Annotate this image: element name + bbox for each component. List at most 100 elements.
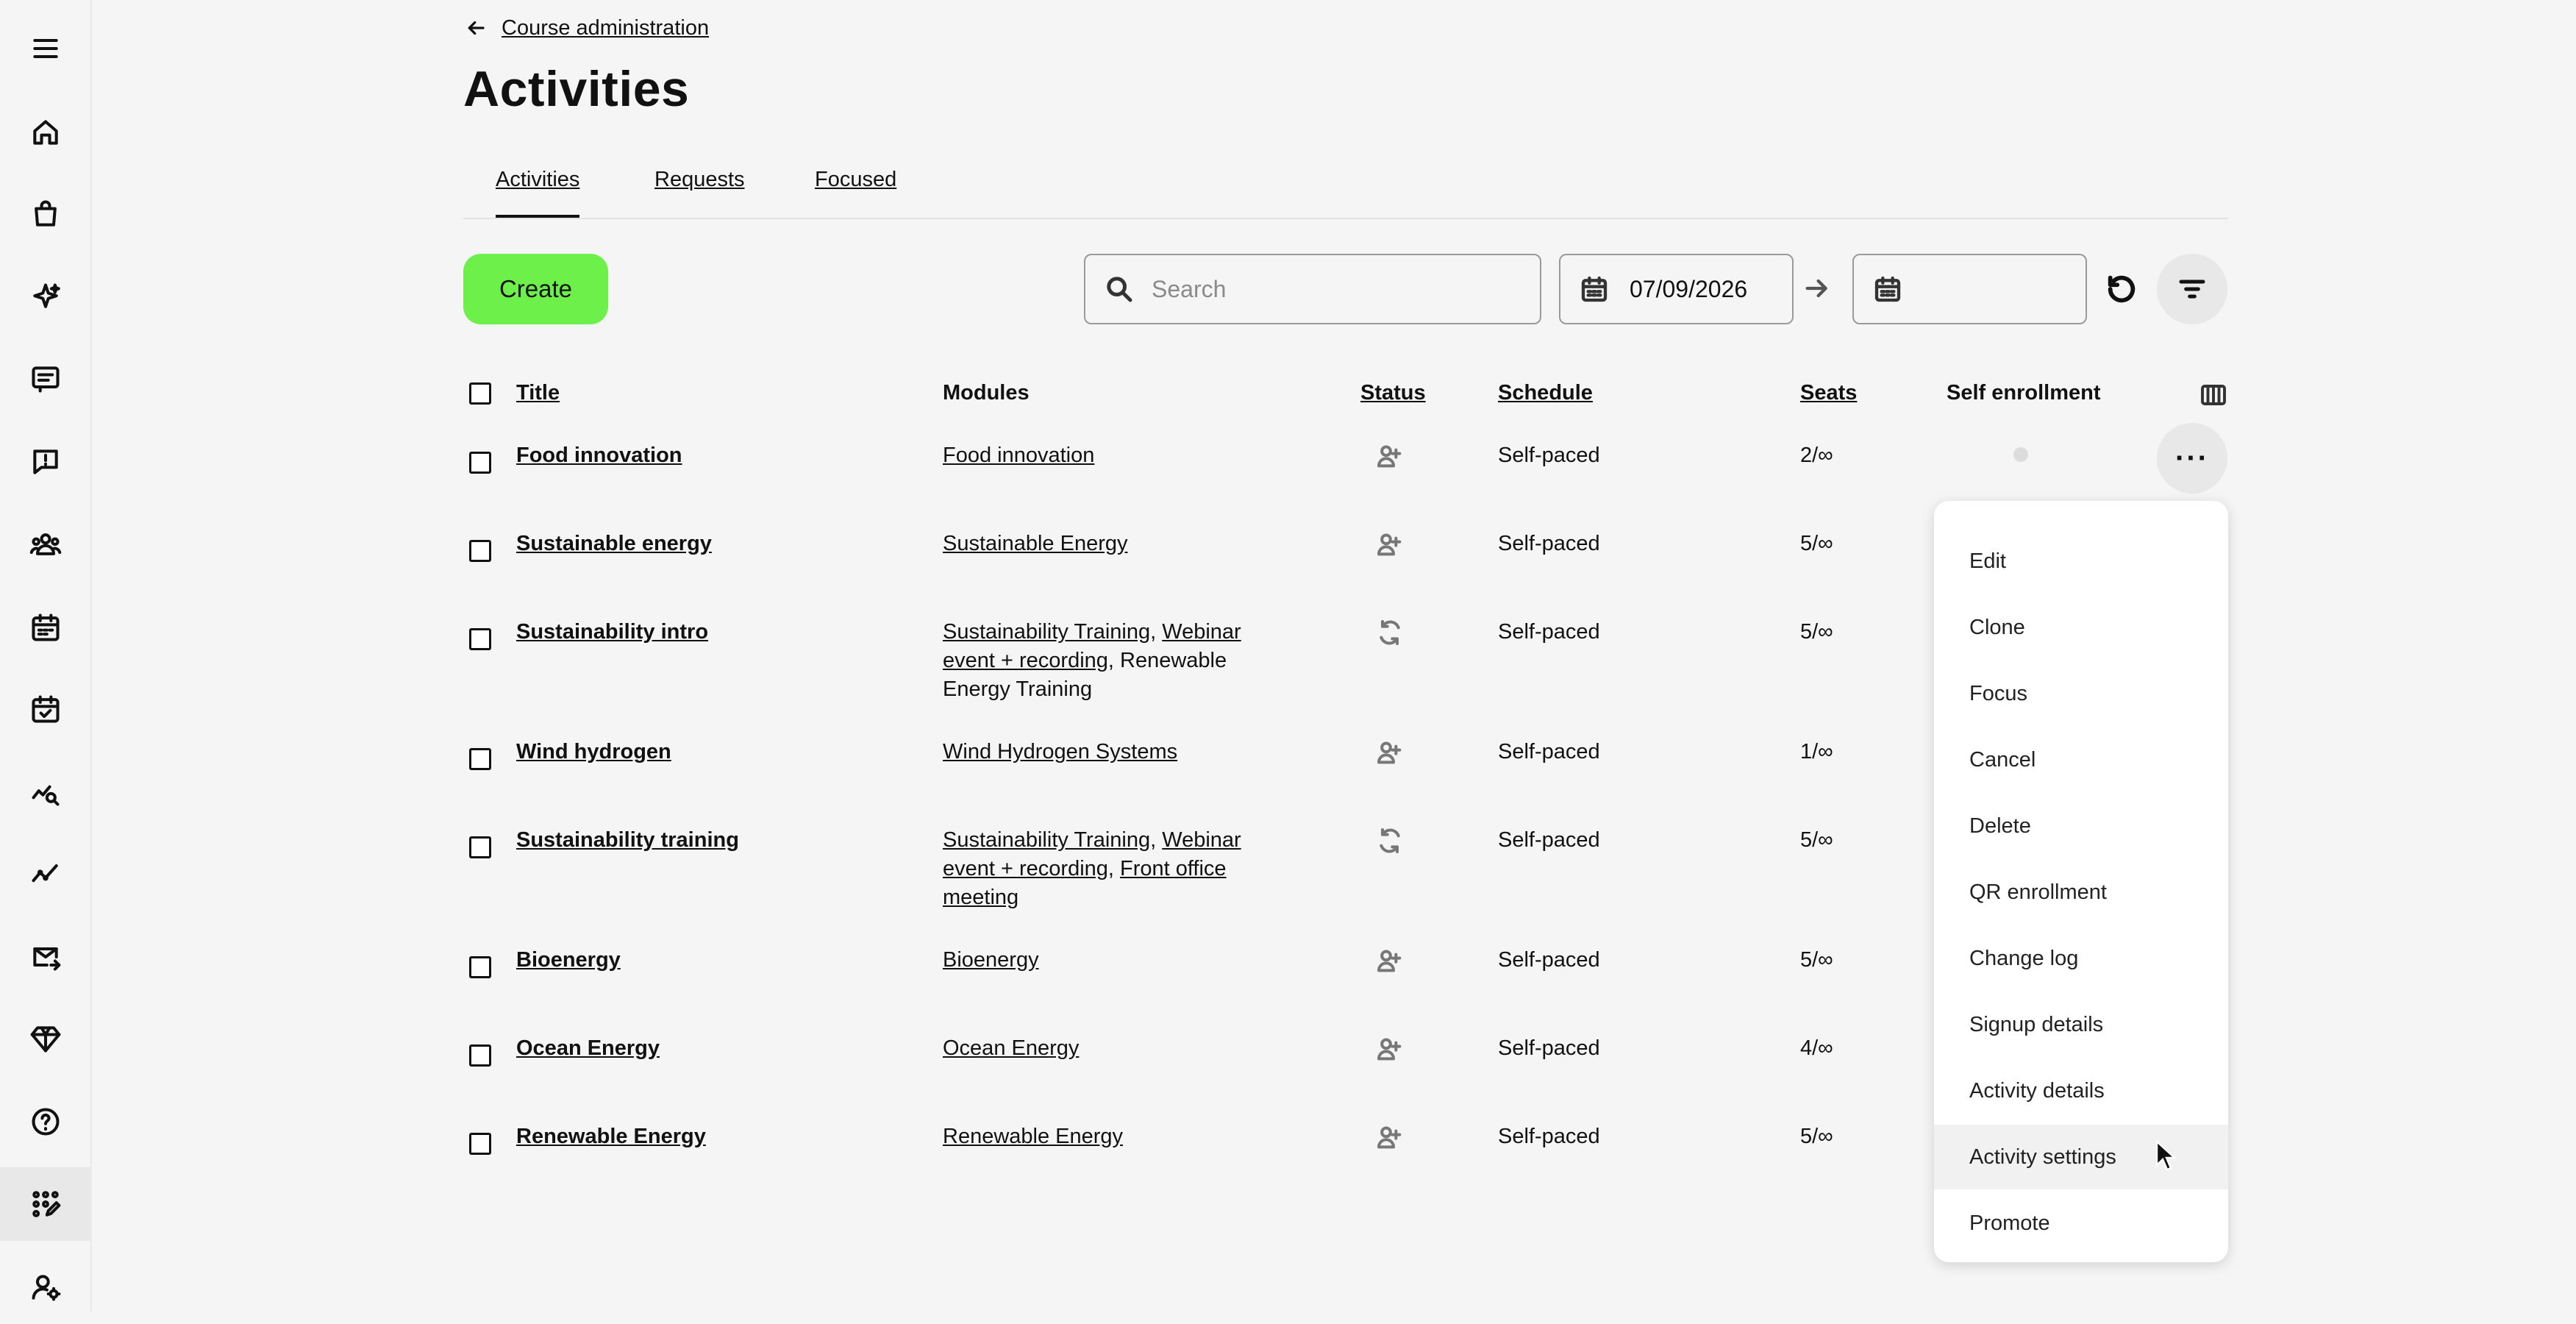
activity-title-link[interactable]: Sustainability training bbox=[516, 826, 739, 855]
menu-item-qr-enrollment[interactable]: QR enrollment bbox=[1934, 860, 2228, 925]
seats-cell: 5/∞ bbox=[1800, 532, 1833, 555]
tab-requests[interactable]: Requests bbox=[654, 162, 745, 216]
menu-icon bbox=[32, 38, 58, 59]
seats-cell: 2/∞ bbox=[1800, 444, 1833, 467]
menu-item-activity-settings[interactable]: Activity settings bbox=[1934, 1125, 2228, 1189]
modules-cell: Bioenergy bbox=[943, 946, 1259, 975]
activity-title-link[interactable]: Ocean Energy bbox=[516, 1034, 660, 1063]
column-picker-button[interactable] bbox=[2200, 384, 2227, 410]
module-link[interactable]: Sustainability Training bbox=[943, 620, 1150, 644]
row-checkbox[interactable] bbox=[469, 956, 491, 978]
sidebar-item-calendar[interactable] bbox=[0, 591, 90, 664]
user-settings-icon bbox=[31, 1275, 60, 1301]
sidebar-item-shopping-bag[interactable] bbox=[0, 177, 90, 251]
user-plus-icon bbox=[1375, 1034, 1405, 1064]
activity-title-link[interactable]: Sustainable energy bbox=[516, 530, 712, 558]
module-link[interactable]: Bioenergy bbox=[943, 948, 1039, 972]
module-link[interactable]: Sustainability Training bbox=[943, 828, 1150, 852]
self-enrollment-toggle[interactable] bbox=[2013, 447, 2028, 462]
menu-item-focus[interactable]: Focus bbox=[1934, 661, 2228, 726]
reset-filters-button[interactable] bbox=[2105, 272, 2138, 306]
trend-line-icon bbox=[31, 864, 58, 883]
row-checkbox[interactable] bbox=[469, 1133, 491, 1155]
calendar-icon bbox=[31, 613, 60, 641]
activity-title-link[interactable]: Wind hydrogen bbox=[516, 738, 671, 766]
tab-activities[interactable]: Activities bbox=[496, 162, 580, 218]
module-link[interactable]: Wind Hydrogen Systems bbox=[943, 740, 1177, 764]
modules-cell: Renewable Energy bbox=[943, 1122, 1259, 1151]
sidebar-item-user-settings[interactable] bbox=[0, 1250, 90, 1324]
menu-item-edit[interactable]: Edit bbox=[1934, 529, 2228, 594]
row-checkbox[interactable] bbox=[469, 1044, 491, 1067]
activity-title-link[interactable]: Bioenergy bbox=[516, 946, 621, 975]
row-checkbox[interactable] bbox=[469, 540, 491, 562]
schedule-cell: Self-paced bbox=[1498, 1036, 1600, 1060]
menu-item-promote[interactable]: Promote bbox=[1934, 1191, 2228, 1256]
sidebar-item-calendar-check[interactable] bbox=[0, 672, 90, 746]
sidebar-item-sparkles[interactable] bbox=[0, 260, 90, 334]
sidebar-item-apps-edit[interactable] bbox=[0, 1167, 90, 1241]
sidebar-item-diamond[interactable] bbox=[0, 1002, 90, 1075]
row-checkbox[interactable] bbox=[469, 748, 491, 770]
select-all-checkbox[interactable] bbox=[469, 382, 491, 405]
activity-title-link[interactable]: Renewable Energy bbox=[516, 1122, 706, 1151]
menu-item-cancel[interactable]: Cancel bbox=[1934, 727, 2228, 792]
header-schedule[interactable]: Schedule bbox=[1498, 381, 1593, 405]
calendar-check-icon bbox=[31, 695, 60, 723]
reset-icon bbox=[2108, 275, 2136, 303]
sidebar-item-trend-line[interactable] bbox=[0, 837, 90, 911]
module-link[interactable]: Ocean Energy bbox=[943, 1036, 1079, 1060]
seats-cell: 5/∞ bbox=[1800, 1125, 1833, 1148]
header-title[interactable]: Title bbox=[516, 381, 560, 405]
row-actions-button[interactable]: ··· bbox=[2157, 423, 2227, 494]
date-to-field[interactable] bbox=[1852, 254, 2087, 324]
sidebar-item-help[interactable] bbox=[0, 1085, 90, 1158]
create-button[interactable]: Create bbox=[463, 254, 608, 324]
sidebar-item-mail-forward[interactable] bbox=[0, 920, 90, 994]
menu-item-change-log[interactable]: Change log bbox=[1934, 926, 2228, 991]
shopping-bag-icon bbox=[34, 200, 57, 227]
modules-cell: Sustainability Training, Webinar event +… bbox=[943, 618, 1259, 704]
tab-bar: Activities Requests Focused bbox=[463, 162, 2228, 219]
sidebar-item-alert-message[interactable] bbox=[0, 425, 90, 499]
search-field[interactable] bbox=[1084, 254, 1541, 324]
schedule-cell: Self-paced bbox=[1498, 1125, 1600, 1148]
search-icon bbox=[1107, 277, 1132, 302]
back-link[interactable]: Course administration bbox=[465, 13, 709, 43]
tab-focused[interactable]: Focused bbox=[815, 162, 896, 216]
sidebar-item-message-list[interactable] bbox=[0, 342, 90, 416]
sidebar-item-users-group[interactable] bbox=[0, 508, 90, 581]
sidebar-item-menu[interactable] bbox=[0, 12, 90, 85]
diamond-icon bbox=[30, 1026, 60, 1053]
filter-button[interactable] bbox=[2157, 254, 2227, 324]
module-link[interactable]: Sustainable Energy bbox=[943, 532, 1128, 555]
refresh-icon bbox=[1375, 826, 1405, 855]
row-checkbox[interactable] bbox=[469, 836, 491, 858]
seats-cell: 4/∞ bbox=[1800, 1036, 1833, 1060]
header-seats[interactable]: Seats bbox=[1800, 381, 1857, 405]
date-from-field[interactable]: 07/09/2026 bbox=[1559, 254, 1794, 324]
menu-item-delete[interactable]: Delete bbox=[1934, 794, 2228, 858]
row-checkbox[interactable] bbox=[469, 452, 491, 474]
menu-item-clone[interactable]: Clone bbox=[1934, 595, 2228, 660]
sidebar-item-trend-search[interactable] bbox=[0, 755, 90, 829]
columns-icon bbox=[2201, 385, 2226, 405]
menu-item-signup-details[interactable]: Signup details bbox=[1934, 992, 2228, 1057]
message-list-icon bbox=[31, 366, 60, 393]
module-link[interactable]: Renewable Energy bbox=[943, 1125, 1123, 1148]
user-plus-icon bbox=[1375, 441, 1405, 471]
activity-title-link[interactable]: Sustainability intro bbox=[516, 618, 708, 647]
module-text: , bbox=[1150, 620, 1163, 644]
row-checkbox[interactable] bbox=[469, 628, 491, 650]
header-modules: Modules bbox=[943, 381, 1030, 405]
menu-item-activity-details[interactable]: Activity details bbox=[1934, 1058, 2228, 1123]
sidebar-item-home[interactable] bbox=[0, 96, 90, 169]
module-link[interactable]: Food innovation bbox=[943, 444, 1094, 467]
help-icon bbox=[31, 1108, 60, 1136]
search-input[interactable] bbox=[1150, 274, 1521, 304]
header-status[interactable]: Status bbox=[1360, 381, 1426, 405]
seats-cell: 5/∞ bbox=[1800, 620, 1833, 644]
activity-title-link[interactable]: Food innovation bbox=[516, 441, 682, 470]
modules-cell: Wind Hydrogen Systems bbox=[943, 738, 1259, 766]
apps-edit-icon bbox=[32, 1191, 60, 1217]
